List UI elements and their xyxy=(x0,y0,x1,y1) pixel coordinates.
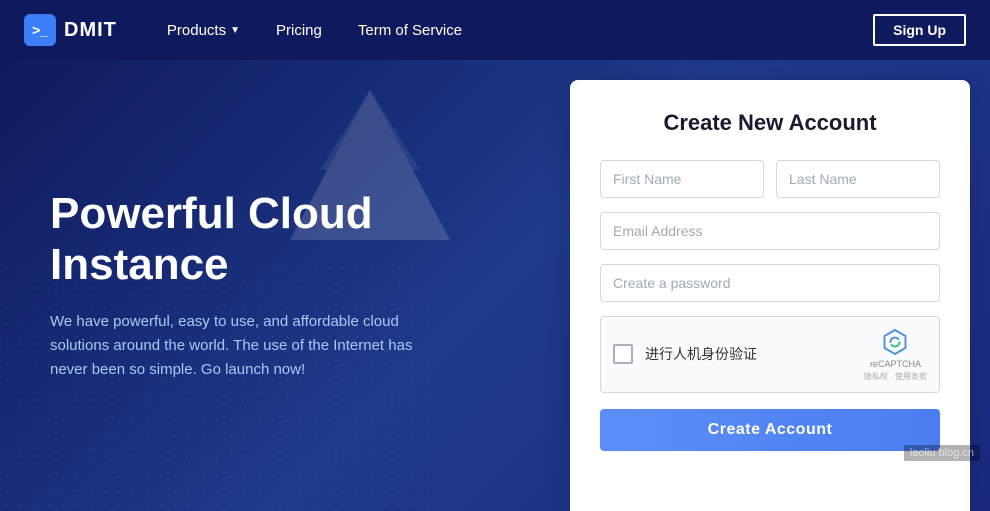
nav-pricing[interactable]: Pricing xyxy=(258,0,340,60)
hero-title: Powerful Cloud Instance xyxy=(50,189,530,290)
logo-text: DMIT xyxy=(64,19,117,42)
captcha-label: 进行人机身份验证 xyxy=(645,344,856,364)
first-name-input[interactable] xyxy=(600,160,764,198)
email-group xyxy=(600,212,940,250)
nav-terms[interactable]: Term of Service xyxy=(340,0,480,60)
password-group xyxy=(600,264,940,302)
last-name-group xyxy=(776,160,940,198)
logo-area: >_ DMIT xyxy=(24,14,117,46)
recaptcha-logo: reCAPTCHA 隐私权 · 使用条款 xyxy=(864,327,927,382)
form-title: Create New Account xyxy=(600,110,940,136)
recaptcha-text: reCAPTCHA xyxy=(870,359,921,371)
nav-links: Products ▼ Pricing Term of Service xyxy=(149,0,511,60)
nav-products[interactable]: Products ▼ xyxy=(149,0,258,60)
email-input[interactable] xyxy=(600,212,940,250)
create-account-button[interactable]: Create Account xyxy=(600,409,940,451)
captcha-checkbox[interactable] xyxy=(613,344,633,364)
last-name-input[interactable] xyxy=(776,160,940,198)
signup-button[interactable]: Sign Up xyxy=(873,14,966,46)
navbar: >_ DMIT Products ▼ Pricing Term of Servi… xyxy=(0,0,990,60)
hero-section: Powerful Cloud Instance We have powerful… xyxy=(0,60,570,511)
chevron-down-icon: ▼ xyxy=(230,25,240,36)
password-input[interactable] xyxy=(600,264,940,302)
name-row xyxy=(600,160,940,198)
first-name-group xyxy=(600,160,764,198)
recaptcha-icon xyxy=(880,327,910,357)
captcha-area: 进行人机身份验证 reCAPTCHA 隐私权 · 使用条款 xyxy=(600,316,940,393)
main-section: Powerful Cloud Instance We have powerful… xyxy=(0,60,990,511)
logo-icon: >_ xyxy=(24,14,56,46)
hero-subtitle: We have powerful, easy to use, and affor… xyxy=(50,310,430,382)
watermark: laoliu blog.cn xyxy=(904,445,980,461)
recaptcha-sub: 隐私权 · 使用条款 xyxy=(864,371,927,382)
